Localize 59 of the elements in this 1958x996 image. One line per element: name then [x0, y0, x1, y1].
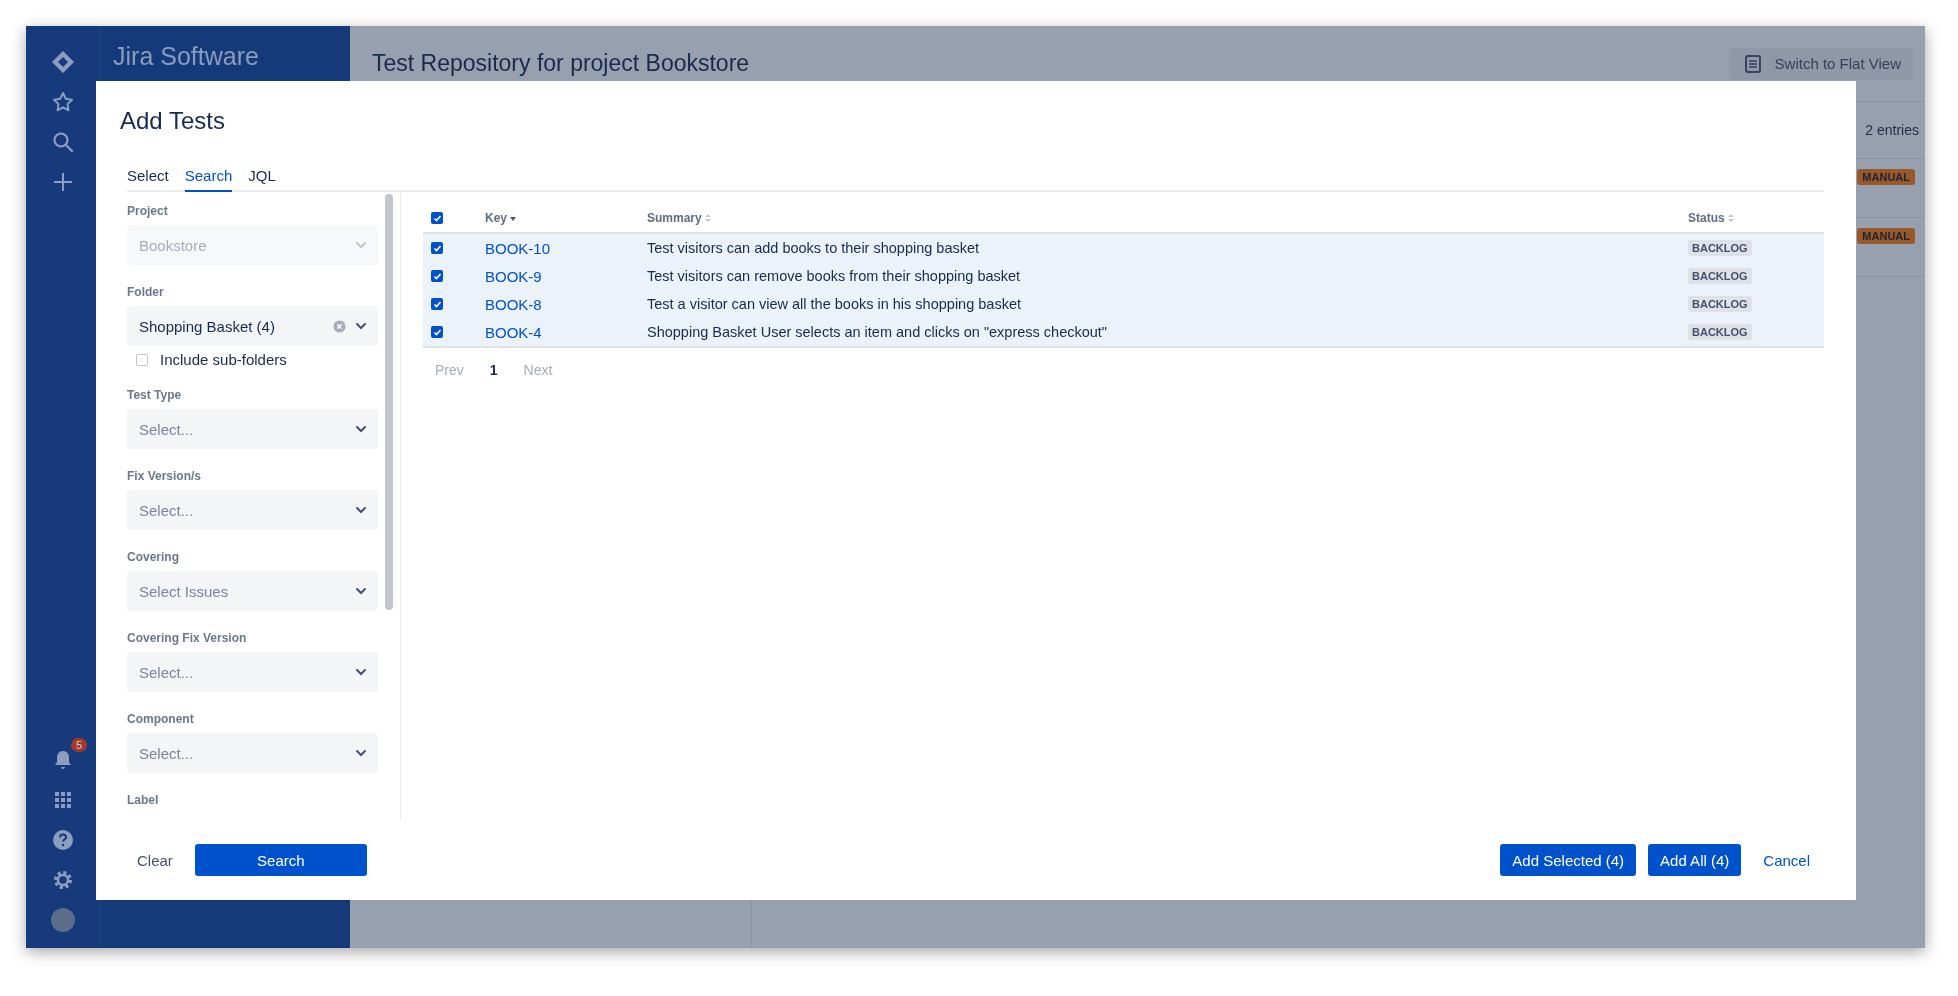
help-icon[interactable]	[51, 828, 75, 852]
column-header[interactable]: Key	[485, 211, 517, 225]
row-checkbox[interactable]	[431, 326, 443, 338]
tab[interactable]: Select	[127, 163, 169, 192]
select-field[interactable]: Shopping Basket (4)	[127, 306, 378, 346]
clear-button[interactable]: Clear	[127, 845, 183, 875]
summary-text: Test visitors can remove books from their shopping basket	[647, 268, 1021, 284]
avatar[interactable]	[51, 908, 75, 932]
field-label: Label	[127, 793, 160, 807]
field-label: Fix Version/s	[127, 469, 203, 483]
field-label: Folder	[127, 285, 165, 299]
row-checkbox[interactable]	[431, 298, 443, 310]
summary-text: Test visitors can add books to their shopping basket	[647, 240, 980, 256]
test-type-tag: MANUAL	[1857, 228, 1915, 244]
column-header[interactable]: Summary	[647, 211, 712, 225]
notification-badge: 5	[70, 738, 87, 752]
status-tag: BACKLOG	[1688, 240, 1752, 256]
field-label: Covering Fix Version	[127, 631, 248, 645]
dialog-title: Add Tests	[120, 107, 225, 134]
field-label: Covering	[127, 550, 180, 564]
scrollbar-thumb[interactable]	[385, 194, 393, 610]
column-header[interactable]: Status	[1688, 211, 1735, 225]
flat-view-button[interactable]: Switch to Flat View	[1728, 47, 1913, 80]
list-icon	[1744, 54, 1761, 73]
checkbox[interactable]	[136, 353, 148, 366]
add-selected-button[interactable]: Add Selected (4)	[1500, 844, 1637, 876]
clear-icon[interactable]	[333, 319, 346, 333]
select-all-checkbox[interactable]	[431, 212, 443, 224]
select-field[interactable]: Select...	[127, 490, 378, 530]
star-icon[interactable]	[51, 90, 75, 114]
test-type-tag: MANUAL	[1857, 169, 1915, 185]
status-tag: BACKLOG	[1688, 296, 1752, 312]
tab[interactable]: Search	[184, 163, 233, 192]
field-label: Test Type	[127, 388, 183, 402]
row-checkbox[interactable]	[431, 270, 443, 282]
product-name: Jira Software	[113, 42, 259, 71]
checkbox-label: Include sub-folders	[160, 351, 287, 368]
field-label: Component	[127, 712, 195, 726]
select-field[interactable]: Select...	[127, 733, 378, 773]
select-field[interactable]: Select...	[127, 409, 378, 449]
select-field[interactable]: Select Issues	[127, 571, 378, 611]
entries-count: 2 entries	[1865, 122, 1919, 138]
plus-icon[interactable]	[51, 170, 75, 194]
summary-text: Shopping Basket User selects an item and clicks on "express checkout"	[647, 324, 1108, 340]
select-field[interactable]: Select...	[127, 652, 378, 692]
status-tag: BACKLOG	[1688, 324, 1752, 340]
row-checkbox[interactable]	[431, 242, 443, 254]
add-all-button[interactable]: Add All (4)	[1648, 844, 1742, 876]
tab[interactable]: JQL	[248, 163, 276, 192]
summary-text: Test a visitor can view all the books in his shopping basket	[647, 296, 1021, 312]
logo-icon[interactable]	[51, 50, 75, 74]
status-tag: BACKLOG	[1688, 268, 1752, 284]
cancel-button[interactable]: Cancel	[1753, 845, 1820, 875]
page-title: Test Repository for project Bookstore	[372, 50, 750, 77]
search-icon[interactable]	[51, 130, 75, 154]
page-link[interactable]: 1	[489, 362, 498, 378]
search-button[interactable]: Search	[194, 844, 367, 876]
settings-icon[interactable]	[51, 868, 75, 892]
field-label: Project	[127, 204, 169, 218]
